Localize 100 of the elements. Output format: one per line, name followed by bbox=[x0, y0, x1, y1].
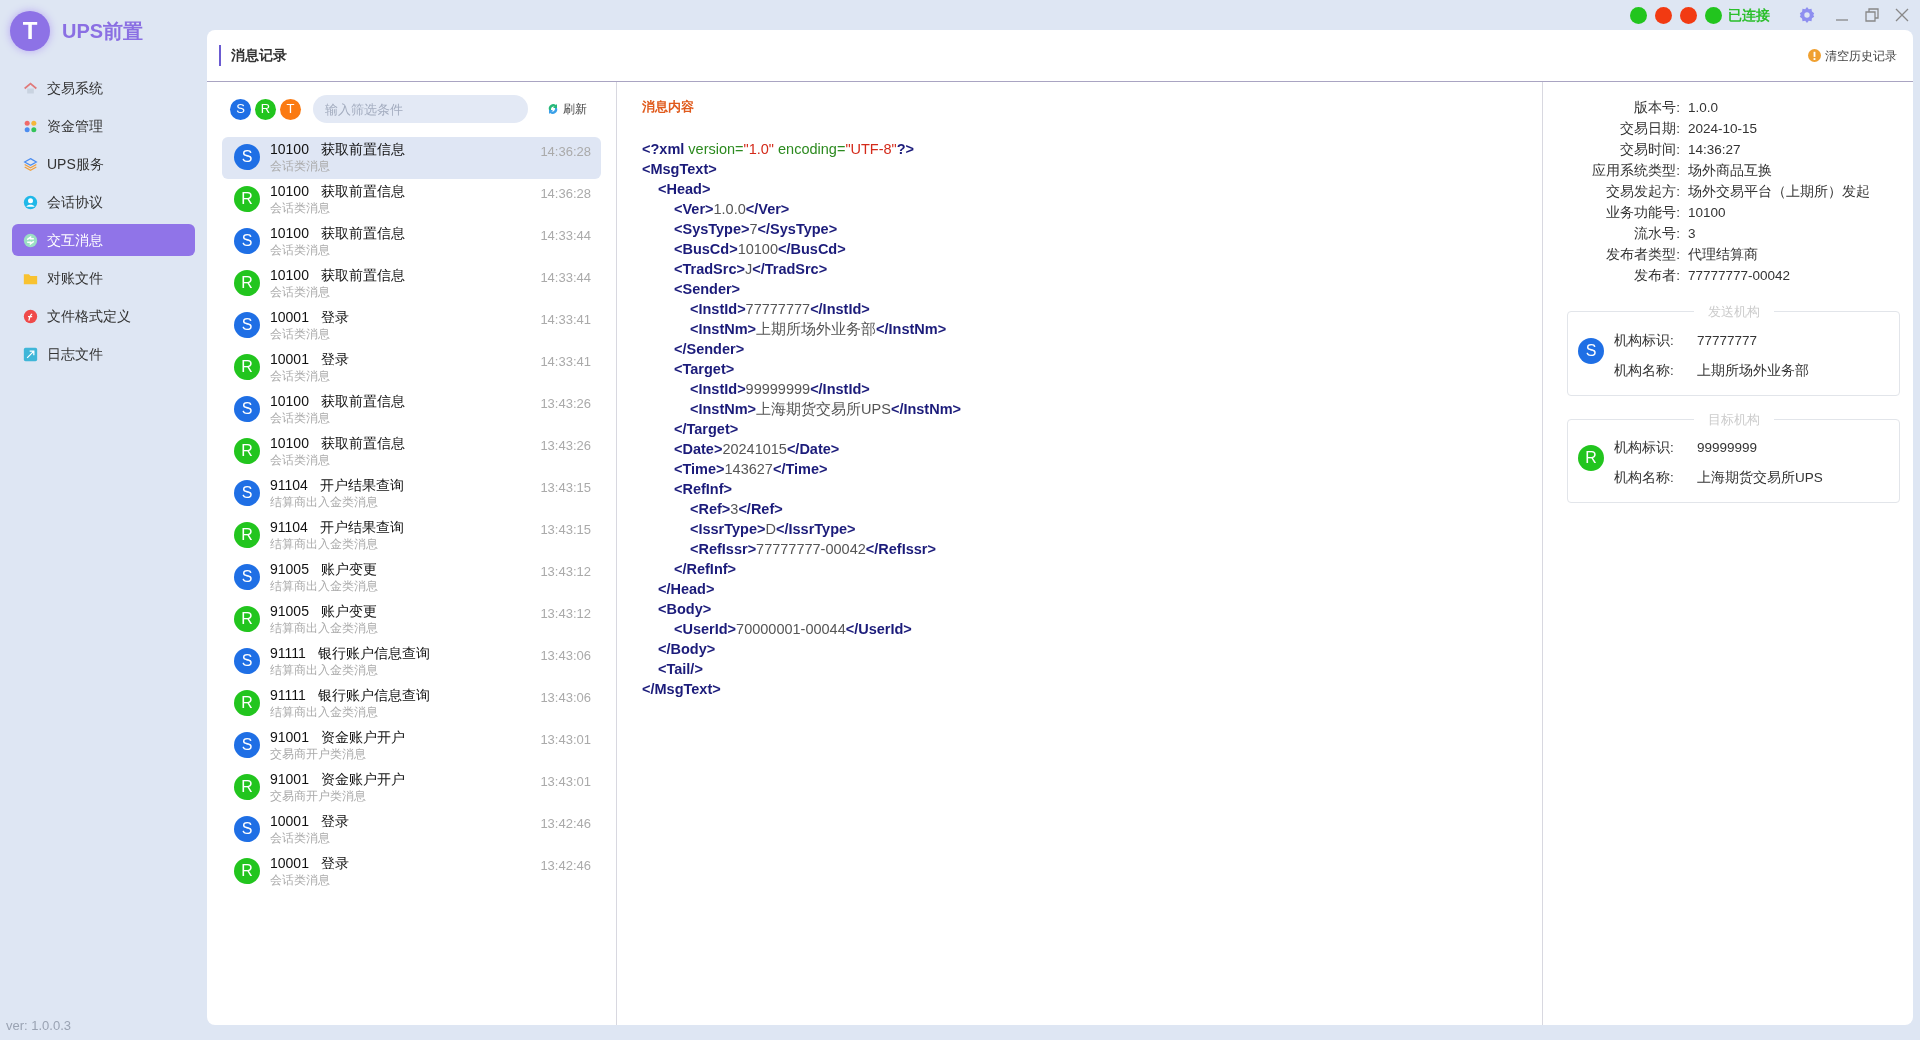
message-category: 结算商出入金类消息 bbox=[270, 536, 379, 552]
message-code: 10001 bbox=[270, 812, 309, 830]
message-code: 10100 bbox=[270, 224, 309, 242]
avatar-badge: S bbox=[234, 228, 260, 254]
message-row[interactable]: R 10100 获取前置信息 会话类消息 14:36:28 bbox=[222, 179, 601, 221]
message-row[interactable]: R 10100 获取前置信息 会话类消息 14:33:44 bbox=[222, 263, 601, 305]
field-label: 交易发起方: bbox=[1605, 183, 1680, 201]
message-code: 10100 bbox=[270, 392, 309, 410]
message-time: 13:42:46 bbox=[540, 857, 591, 875]
grid-icon bbox=[23, 118, 38, 134]
sidebar-item[interactable]: 交易系统 bbox=[12, 72, 195, 104]
message-code: 91111 bbox=[270, 686, 306, 704]
home-icon bbox=[23, 80, 38, 96]
message-row[interactable]: R 91111 银行账户信息查询 结算商出入金类消息 13:43:06 bbox=[222, 683, 601, 725]
message-category: 会话类消息 bbox=[270, 200, 331, 216]
message-name: 获取前置信息 bbox=[320, 434, 405, 452]
refresh-button[interactable]: 刷新 bbox=[546, 100, 587, 118]
message-name: 开户结果查询 bbox=[319, 518, 404, 536]
avatar-badge: R bbox=[234, 690, 260, 716]
message-category: 会话类消息 bbox=[270, 326, 331, 342]
message-name: 获取前置信息 bbox=[320, 140, 405, 158]
message-row[interactable]: S 91005 账户变更 结算商出入金类消息 13:43:12 bbox=[222, 557, 601, 599]
avatar-badge: R bbox=[234, 438, 260, 464]
message-time: 13:43:06 bbox=[540, 689, 591, 707]
message-code: 91001 bbox=[270, 770, 309, 788]
filter-field[interactable]: 输入筛选条件 bbox=[313, 95, 528, 123]
message-name: 登录 bbox=[320, 854, 349, 872]
message-row[interactable]: S 10100 获取前置信息 会话类消息 14:33:44 bbox=[222, 221, 601, 263]
message-time: 13:43:15 bbox=[540, 479, 591, 497]
message-row[interactable]: R 10001 登录 会话类消息 13:42:46 bbox=[222, 851, 601, 893]
message-name: 银行账户信息查询 bbox=[317, 686, 430, 704]
field-value: 10100 bbox=[1688, 204, 1726, 222]
sidebar-item[interactable]: 文件格式定义 bbox=[12, 300, 195, 332]
avatar-badge: R bbox=[234, 354, 260, 380]
sidebar-item[interactable]: UPS服务 bbox=[12, 148, 195, 180]
message-time: 13:43:26 bbox=[540, 395, 591, 413]
field-label: 机构名称: bbox=[1614, 469, 1675, 487]
avatar-badge: S bbox=[234, 312, 260, 338]
sidebar-item[interactable]: 会话协议 bbox=[12, 186, 195, 218]
refresh-icon bbox=[546, 102, 560, 116]
message-row[interactable]: R 91001 资金账户开户 交易商开户类消息 13:43:01 bbox=[222, 767, 601, 809]
field-value: 77777777-00042 bbox=[1688, 267, 1791, 285]
exchange-icon bbox=[23, 232, 38, 248]
sidebar-item[interactable]: 资金管理 bbox=[12, 110, 195, 142]
message-code: 91104 bbox=[270, 476, 308, 494]
message-row[interactable]: S 91111 银行账户信息查询 结算商出入金类消息 13:43:06 bbox=[222, 641, 601, 683]
message-time: 13:42:46 bbox=[540, 815, 591, 833]
connection-status: 已连接 bbox=[1728, 5, 1770, 25]
field-label: 发布者类型: bbox=[1605, 246, 1680, 264]
message-name: 登录 bbox=[320, 350, 349, 368]
message-row[interactable]: S 10001 登录 会话类消息 13:42:46 bbox=[222, 809, 601, 851]
message-row[interactable]: S 91001 资金账户开户 交易商开户类消息 13:43:01 bbox=[222, 725, 601, 767]
field-label: 流水号: bbox=[1633, 225, 1680, 243]
message-time: 14:36:28 bbox=[540, 143, 591, 161]
app-title: UPS前置 bbox=[62, 19, 144, 44]
field-value: 2024-10-15 bbox=[1688, 120, 1758, 138]
avatar-badge: S bbox=[234, 396, 260, 422]
message-category: 交易商开户类消息 bbox=[270, 788, 367, 804]
message-time: 13:43:12 bbox=[540, 605, 591, 623]
message-row[interactable]: S 10100 获取前置信息 会话类消息 14:36:28 bbox=[222, 137, 601, 179]
message-category: 会话类消息 bbox=[270, 410, 331, 426]
layers-icon bbox=[23, 156, 38, 172]
content-title: 消息内容 bbox=[642, 98, 695, 116]
message-time: 14:36:28 bbox=[540, 185, 591, 203]
field-value: 77777777 bbox=[1697, 331, 1758, 350]
message-row[interactable]: R 10100 获取前置信息 会话类消息 13:43:26 bbox=[222, 431, 601, 473]
avatar-badge: R bbox=[1578, 445, 1604, 471]
field-label: 业务功能号: bbox=[1605, 204, 1680, 222]
message-name: 账户变更 bbox=[320, 602, 377, 620]
message-category: 会话类消息 bbox=[270, 452, 331, 468]
close-icon[interactable] bbox=[1894, 7, 1910, 23]
sidebar-item[interactable]: 对账文件 bbox=[12, 262, 195, 294]
field-label: 交易时间: bbox=[1619, 141, 1680, 159]
filter-chip[interactable]: S bbox=[230, 98, 251, 120]
message-category: 会话类消息 bbox=[270, 158, 331, 174]
message-row[interactable]: R 91005 账户变更 结算商出入金类消息 13:43:12 bbox=[222, 599, 601, 641]
message-time: 14:33:44 bbox=[540, 269, 591, 287]
script-icon bbox=[23, 308, 38, 324]
message-row[interactable]: R 91104 开户结果查询 结算商出入金类消息 13:43:15 bbox=[222, 515, 601, 557]
version-label: ver: 1.0.0.3 bbox=[5, 1016, 73, 1035]
message-code: 91005 bbox=[270, 602, 309, 620]
message-code: 91001 bbox=[270, 728, 309, 746]
avatar-badge: R bbox=[234, 858, 260, 884]
clear-history-button[interactable]: 清空历史记录 bbox=[1808, 46, 1897, 65]
restore-icon[interactable] bbox=[1864, 7, 1880, 23]
message-row[interactable]: R 10001 登录 会话类消息 14:33:41 bbox=[222, 347, 601, 389]
avatar-badge: R bbox=[234, 270, 260, 296]
settings-icon[interactable] bbox=[1798, 6, 1816, 24]
message-name: 获取前置信息 bbox=[320, 224, 405, 242]
field-value: 代理结算商 bbox=[1688, 246, 1758, 264]
message-row[interactable]: S 10001 登录 会话类消息 14:33:41 bbox=[222, 305, 601, 347]
avatar-badge: R bbox=[234, 522, 260, 548]
message-code: 10100 bbox=[270, 434, 309, 452]
sidebar-item[interactable]: 交互消息 bbox=[12, 224, 195, 256]
message-time: 14:33:41 bbox=[540, 353, 591, 371]
message-category: 会话类消息 bbox=[270, 830, 331, 846]
message-row[interactable]: S 10100 获取前置信息 会话类消息 13:43:26 bbox=[222, 389, 601, 431]
message-row[interactable]: S 91104 开户结果查询 结算商出入金类消息 13:43:15 bbox=[222, 473, 601, 515]
sidebar-item[interactable]: 日志文件 bbox=[12, 338, 195, 370]
field-label: 机构标识: bbox=[1614, 331, 1675, 350]
